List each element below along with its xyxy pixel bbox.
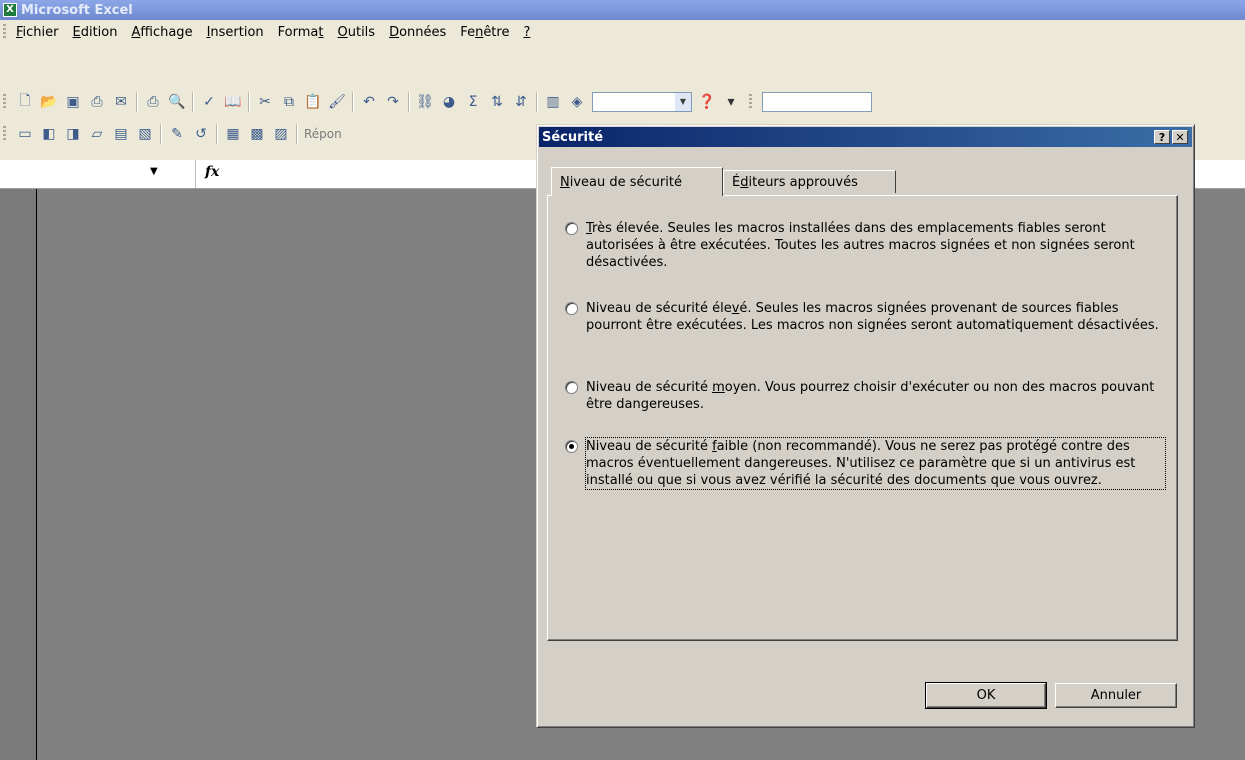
radio-faible[interactable] (565, 440, 578, 453)
ok-button[interactable]: OK (925, 682, 1047, 709)
excel-icon: X (3, 3, 17, 17)
zoom-combo[interactable]: ▼ (592, 92, 692, 112)
dialog-title: Sécurité (542, 129, 604, 145)
menu-affichage[interactable]: Affichage (125, 23, 198, 42)
tab-label: Niveau de sécurité (560, 174, 682, 190)
option-label: Niveau de sécurité faible (non recommand… (585, 437, 1166, 490)
menu-edition[interactable]: Edition (67, 23, 124, 42)
tab-label: Éditeurs approuvés (732, 174, 858, 190)
menu-outils[interactable]: Outils (332, 23, 382, 42)
show-all-comments-icon[interactable]: ▤ (112, 125, 130, 143)
drawing-icon[interactable]: ◕ (440, 93, 458, 111)
undo-icon[interactable]: ↶ (360, 93, 378, 111)
insert-comment-icon[interactable]: ▭ (16, 125, 34, 143)
toolbar-separator (192, 92, 194, 112)
menu-format[interactable]: Format (272, 23, 330, 42)
toolbar-separator (296, 124, 298, 144)
save-icon[interactable]: ▣ (64, 93, 82, 111)
radio-tres-elevee[interactable] (565, 222, 578, 235)
option-eleve[interactable]: Niveau de sécurité élevé. Seules les mac… (565, 300, 1165, 334)
toolbar-separator (248, 92, 250, 112)
menu-donnees[interactable]: Données (383, 23, 452, 42)
tab-editeurs-approuves[interactable]: Éditeurs approuvés (723, 170, 896, 193)
chevron-down-icon[interactable]: ▼ (675, 93, 691, 111)
print-preview-icon[interactable]: 🔍 (168, 93, 186, 111)
cut-icon[interactable]: ✂ (256, 93, 274, 111)
menu-bar: Fichier Edition Affichage Insertion Form… (0, 20, 1245, 44)
chart-wizard-icon[interactable]: ▥ (544, 93, 562, 111)
toolbar-separator (136, 92, 138, 112)
reply-with-changes-button[interactable]: Répon (304, 127, 342, 141)
share-workbook-icon[interactable]: ▩ (248, 125, 266, 143)
help-icon[interactable]: ❓ (698, 93, 716, 111)
spelling-icon[interactable]: ✓ (200, 93, 218, 111)
accept-reject-icon[interactable]: ↺ (192, 125, 210, 143)
copy-icon[interactable]: ⧉ (280, 93, 298, 111)
map-icon[interactable]: ◈ (568, 93, 586, 111)
font-combo[interactable] (762, 92, 872, 112)
sort-desc-icon[interactable]: ⇵ (512, 93, 530, 111)
option-faible[interactable]: Niveau de sécurité faible (non recommand… (565, 437, 1166, 490)
open-icon[interactable]: 📂 (40, 93, 58, 111)
toolbar-grip[interactable] (3, 94, 6, 110)
toolbar-grip[interactable] (3, 126, 6, 142)
close-button[interactable]: ✕ (1172, 130, 1188, 144)
name-box[interactable] (0, 160, 196, 188)
tab-niveau-securite[interactable]: Niveau de sécurité (551, 167, 723, 196)
excel-title-bar: X Microsoft Excel (0, 0, 1245, 20)
cancel-button[interactable]: Annuler (1055, 683, 1177, 708)
format-painter-icon[interactable]: 🖌 (328, 93, 346, 111)
permission-icon[interactable]: ⎙ (88, 93, 106, 111)
show-comment-icon[interactable]: ▱ (88, 125, 106, 143)
option-label: Niveau de sécurité moyen. Vous pourrez c… (586, 380, 1155, 412)
workspace-edge (0, 189, 37, 760)
protect-workbook-icon[interactable]: ▨ (272, 125, 290, 143)
sort-asc-icon[interactable]: ⇅ (488, 93, 506, 111)
previous-comment-icon[interactable]: ◧ (40, 125, 58, 143)
toolbar-separator (160, 124, 162, 144)
toolbar-separator (216, 124, 218, 144)
help-button[interactable]: ? (1154, 130, 1170, 144)
radio-moyen[interactable] (565, 381, 578, 394)
hyperlink-icon[interactable]: ⛓ (416, 93, 434, 111)
menu-fichier[interactable]: Fichier (10, 23, 65, 42)
paste-icon[interactable]: 📋 (304, 93, 322, 111)
toolbar-separator (408, 92, 410, 112)
option-moyen[interactable]: Niveau de sécurité moyen. Vous pourrez c… (565, 379, 1165, 413)
standard-toolbar: 🗋 📂 ▣ ⎙ ✉ ⎙ 🔍 ✓ 📖 ✂ ⧉ 📋 🖌 ↶ ↷ ⛓ ◕ Σ ⇅ ⇵ … (0, 86, 1245, 118)
toolbar-separator (536, 92, 538, 112)
option-tres-elevee[interactable]: Très élevée. Seules les macros installée… (565, 220, 1165, 271)
chevron-down-icon[interactable]: ▼ (150, 166, 158, 177)
delete-comment-icon[interactable]: ▧ (136, 125, 154, 143)
toolbar-separator (352, 92, 354, 112)
toolbar-options-icon[interactable]: ▾ (722, 93, 740, 111)
protect-sheet-icon[interactable]: ▦ (224, 125, 242, 143)
track-changes-icon[interactable]: ✎ (168, 125, 186, 143)
dialog-title-bar[interactable]: Sécurité ? ✕ (539, 127, 1192, 147)
redo-icon[interactable]: ↷ (384, 93, 402, 111)
option-label: Très élevée. Seules les macros installée… (586, 221, 1135, 270)
new-icon[interactable]: 🗋 (16, 93, 34, 111)
menubar-grip[interactable] (3, 24, 6, 40)
autosum-icon[interactable]: Σ (464, 93, 482, 111)
app-title: Microsoft Excel (21, 2, 133, 18)
toolbar-grip[interactable] (749, 94, 752, 110)
print-icon[interactable]: ⎙ (144, 93, 162, 111)
menu-help[interactable]: ? (517, 23, 536, 42)
insert-function-icon[interactable]: fx (205, 164, 219, 180)
email-icon[interactable]: ✉ (112, 93, 130, 111)
research-icon[interactable]: 📖 (224, 93, 242, 111)
option-label: Niveau de sécurité élevé. Seules les mac… (586, 301, 1159, 333)
next-comment-icon[interactable]: ◨ (64, 125, 82, 143)
radio-eleve[interactable] (565, 302, 578, 315)
menu-fenetre[interactable]: Fenêtre (454, 23, 515, 42)
menu-insertion[interactable]: Insertion (201, 23, 270, 42)
